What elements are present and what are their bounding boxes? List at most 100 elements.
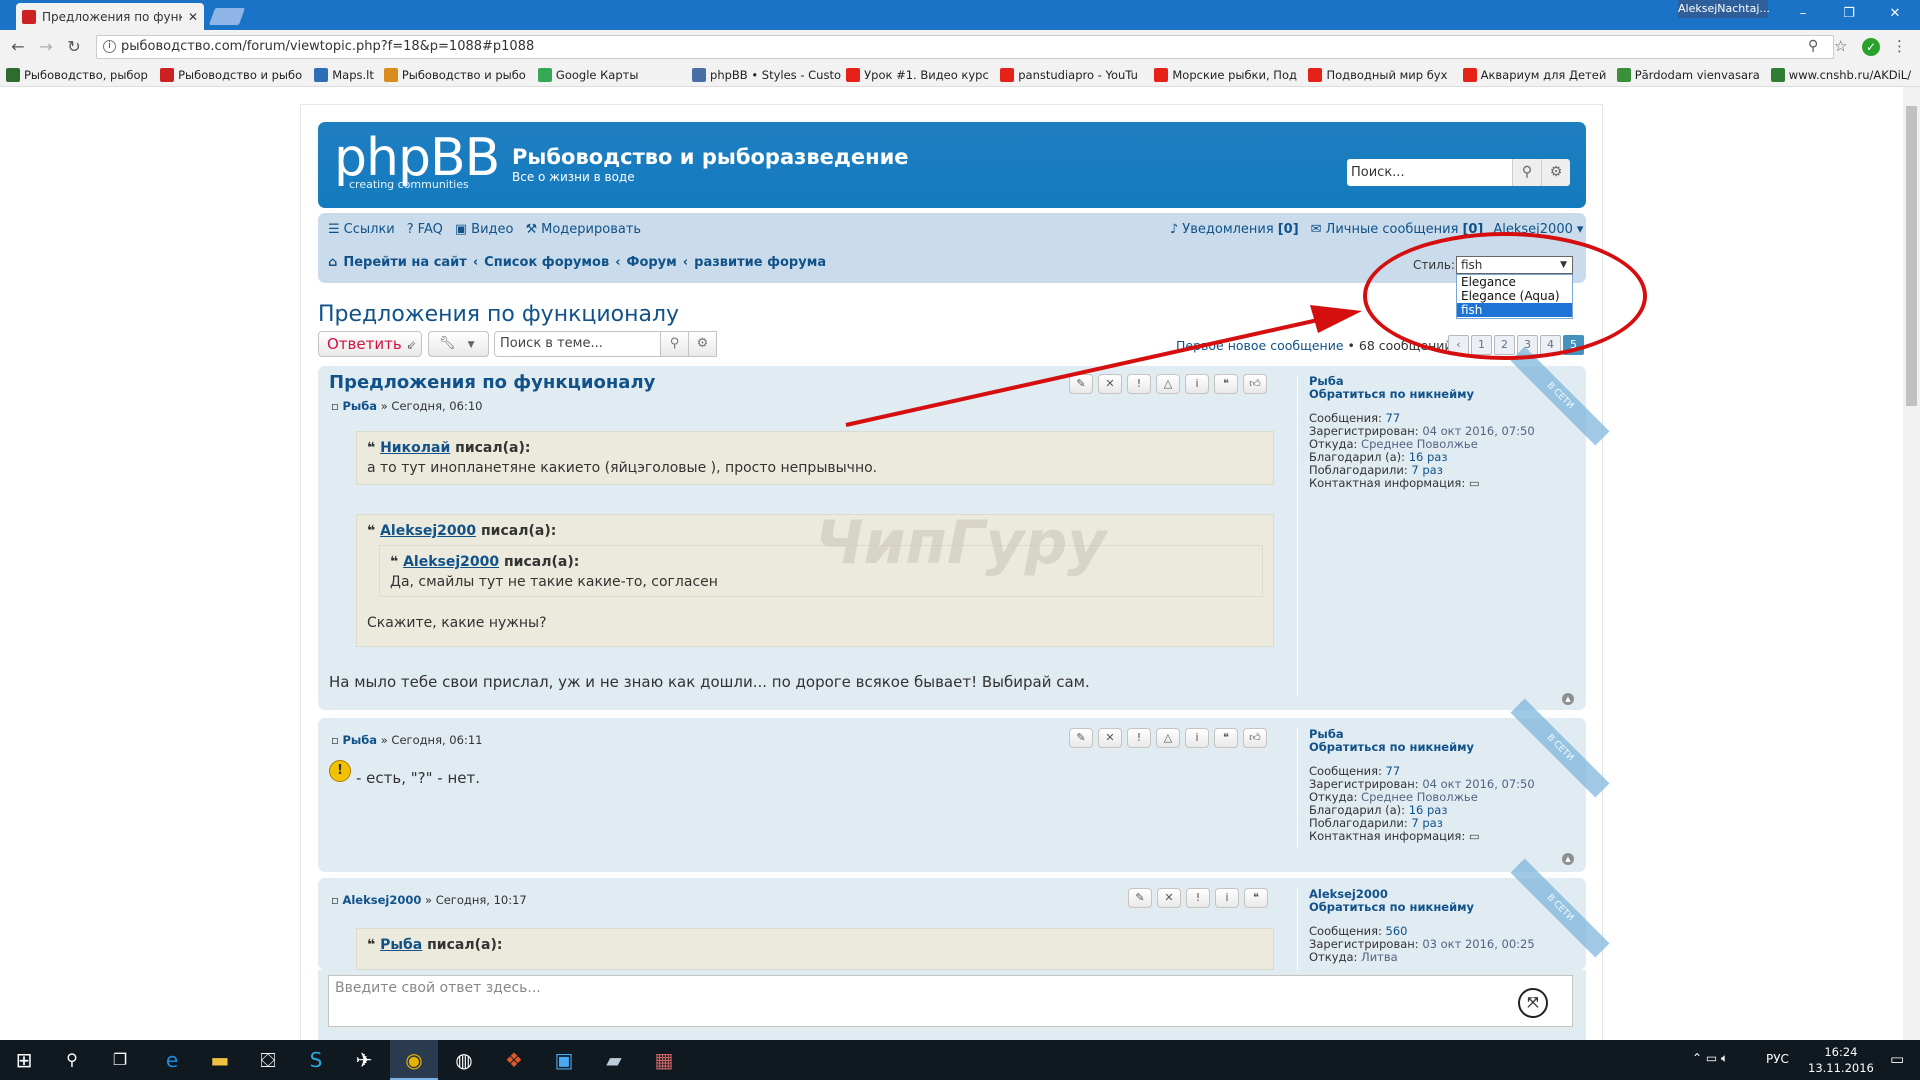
mention-link[interactable]: Обратиться по никнейму	[1309, 901, 1535, 914]
app-icon[interactable]: ▰	[590, 1040, 638, 1080]
windows-start-icon[interactable]: ⊞	[0, 1040, 48, 1080]
first-new-post-link[interactable]: Первое новое сообщение	[1176, 338, 1344, 353]
messages-count[interactable]: 77	[1386, 764, 1401, 778]
post-author[interactable]: Aleksej2000	[342, 893, 421, 907]
zoom-icon[interactable]: ⚲	[1808, 38, 1818, 54]
report-icon[interactable]: △	[1156, 374, 1180, 394]
skype-icon[interactable]: S	[292, 1040, 340, 1080]
tab-close-icon[interactable]: ✕	[188, 10, 198, 24]
bookmark-item[interactable]: Рыбоводство и рыбо	[160, 67, 314, 82]
nav-link-faq[interactable]: FAQ	[418, 222, 443, 237]
menu-hamburger-icon[interactable]: ☰	[328, 222, 340, 237]
mention-link[interactable]: Обратиться по никнейму	[1309, 741, 1535, 754]
breadcrumb-development[interactable]: развитие форума	[694, 255, 826, 270]
topic-search-icon[interactable]: ⚲	[660, 331, 689, 357]
tray-icons[interactable]: ⌃ ▭ 🔈︎	[1692, 1051, 1728, 1066]
quote-author-link[interactable]: Николай	[380, 440, 450, 456]
topic-search-gear-icon[interactable]: ⚙	[688, 331, 717, 357]
thanked-count[interactable]: 16 раз	[1409, 803, 1448, 817]
quote-icon[interactable]: ❝	[1214, 728, 1238, 748]
forward-arrow-icon[interactable]: →	[36, 38, 56, 56]
post-author[interactable]: Рыба	[342, 733, 377, 747]
post-title[interactable]: Предложения по функционалу	[329, 372, 655, 393]
bookmark-item[interactable]: Pārdodam vienvasara	[1616, 67, 1771, 82]
search-icon[interactable]: ⚲	[1512, 159, 1541, 186]
topic-search-input[interactable]: Поиск в теме...	[494, 331, 661, 357]
thumbs-up-icon[interactable]: 👍︎	[1243, 728, 1267, 748]
warn-icon[interactable]: !	[1186, 888, 1210, 908]
back-to-top-icon[interactable]: ▲	[1562, 693, 1574, 705]
bookmark-item[interactable]: Рыбоводство, рыбор	[6, 67, 160, 82]
breadcrumb-forums[interactable]: Список форумов	[484, 255, 609, 270]
close-window-button[interactable]: ✕	[1872, 0, 1918, 30]
thanked-count[interactable]: 16 раз	[1409, 450, 1448, 464]
warn-icon[interactable]: !	[1127, 374, 1151, 394]
report-icon[interactable]: △	[1156, 728, 1180, 748]
clock[interactable]: 16:24 13.11.2016	[1808, 1044, 1874, 1076]
nav-link-moderate[interactable]: Модерировать	[541, 222, 641, 237]
pm-link[interactable]: Личные сообщения	[1326, 222, 1459, 237]
browser-tab[interactable]: Предложения по функц... ✕	[16, 3, 204, 30]
edit-icon[interactable]: ✎	[1069, 374, 1093, 394]
app-icon[interactable]: ❖	[490, 1040, 538, 1080]
bookmark-item[interactable]: Урок #1. Видео курс	[846, 67, 1000, 82]
notifications-icon[interactable]: ▭	[1890, 1050, 1904, 1068]
edit-icon[interactable]: ✎	[1128, 888, 1152, 908]
file-explorer-icon[interactable]: ▬	[196, 1040, 244, 1080]
notifications-link[interactable]: Уведомления	[1182, 222, 1273, 237]
app-icon[interactable]: ✈	[340, 1040, 388, 1080]
menu-kebab-icon[interactable]: ⋮	[1892, 37, 1907, 55]
advanced-search-gear-icon[interactable]: ⚙	[1541, 159, 1570, 186]
contact-icon[interactable]: ▭	[1469, 476, 1480, 490]
maximize-button[interactable]: ❐	[1826, 0, 1872, 30]
quote-author-link[interactable]: Aleksej2000	[403, 554, 499, 570]
back-to-top-icon[interactable]: ▲	[1562, 853, 1574, 865]
breadcrumb-site[interactable]: Перейти на сайт	[343, 255, 467, 270]
chevron-down-icon[interactable]: ▾	[1577, 222, 1584, 237]
fullscreen-toggle-icon[interactable]: ⤧	[1518, 988, 1548, 1018]
chrome-icon[interactable]: ◉	[390, 1040, 438, 1080]
quote-icon[interactable]: ❝	[1244, 888, 1268, 908]
thumbs-up-icon[interactable]: 👍︎	[1243, 374, 1267, 394]
delete-icon[interactable]: ✕	[1157, 888, 1181, 908]
quote-author-link[interactable]: Aleksej2000	[380, 523, 476, 539]
store-icon[interactable]: ⛋	[244, 1040, 292, 1080]
thanks-received[interactable]: 7 раз	[1411, 463, 1442, 477]
bookmark-item[interactable]: www.cnshb.ru/AKDiL/	[1770, 67, 1920, 82]
bookmark-item[interactable]: panstudiapro - YouTu	[1000, 67, 1154, 82]
taskbar-search-icon[interactable]: ⚲	[48, 1040, 96, 1080]
contact-icon[interactable]: ▭	[1469, 829, 1480, 843]
quote-icon[interactable]: ❝	[1214, 374, 1238, 394]
thanks-received[interactable]: 7 раз	[1411, 816, 1442, 830]
info-icon[interactable]: i	[1185, 728, 1209, 748]
bookmark-item[interactable]: Maps.lt	[314, 67, 384, 82]
nav-link-video[interactable]: Видео	[471, 222, 513, 237]
messages-count[interactable]: 77	[1386, 411, 1401, 425]
new-tab-button[interactable]	[208, 8, 246, 25]
header-search-input[interactable]: Поиск...	[1347, 159, 1512, 186]
bookmark-item[interactable]: Морские рыбки, Под	[1154, 67, 1308, 82]
delete-icon[interactable]: ✕	[1098, 374, 1122, 394]
info-icon[interactable]: i	[103, 40, 116, 53]
breadcrumb-forum[interactable]: Форум	[627, 255, 677, 270]
delete-icon[interactable]: ✕	[1098, 728, 1122, 748]
topic-title[interactable]: Предложения по функционалу	[318, 302, 679, 327]
quote-author-link[interactable]: Рыба	[380, 937, 422, 953]
task-view-icon[interactable]: ❐	[96, 1040, 144, 1080]
bookmark-item[interactable]: Google Карты	[537, 67, 692, 82]
reply-button[interactable]: Ответить ⇙	[318, 331, 422, 357]
bookmark-item[interactable]: Аквариум для Детей	[1462, 67, 1617, 82]
nav-link-links[interactable]: Ссылки	[344, 222, 395, 237]
warn-icon[interactable]: !	[1127, 728, 1151, 748]
edit-icon[interactable]: ✎	[1069, 728, 1093, 748]
reply-textarea[interactable]: Введите свой ответ здесь...	[328, 975, 1573, 1027]
post-author[interactable]: Рыба	[342, 399, 377, 413]
bookmark-item[interactable]: phpBB • Styles - Custo	[692, 67, 846, 82]
back-arrow-icon[interactable]: ←	[8, 38, 28, 56]
bookmark-star-icon[interactable]: ☆	[1834, 37, 1847, 55]
bookmark-item[interactable]: Рыбоводство и рыбо	[383, 67, 538, 82]
mention-link[interactable]: Обратиться по никнейму	[1309, 388, 1535, 401]
reload-icon[interactable]: ↻	[64, 38, 84, 56]
app-icon[interactable]: ▣	[540, 1040, 588, 1080]
scrollbar-thumb[interactable]	[1906, 106, 1917, 406]
